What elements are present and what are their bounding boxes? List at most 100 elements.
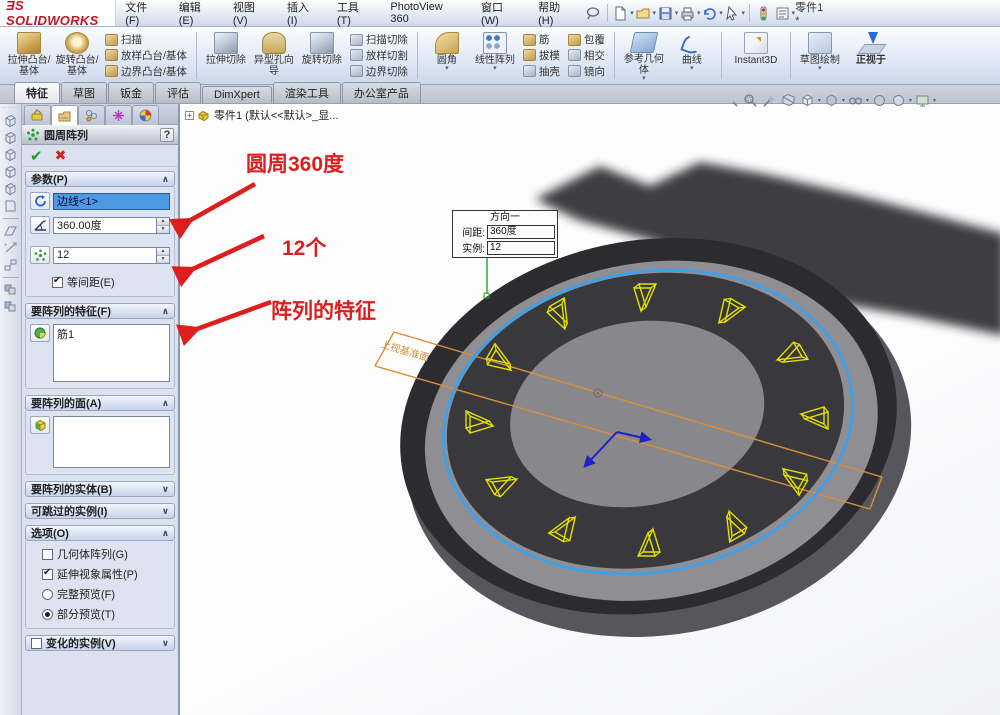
features-list[interactable]: 筋1: [53, 324, 170, 382]
wrap-button[interactable]: 包覆: [566, 32, 607, 47]
equal-spacing-checkbox[interactable]: [52, 277, 63, 288]
curves-button[interactable]: 曲线 ▾: [668, 29, 716, 82]
tab-render-tools[interactable]: 渲染工具: [273, 82, 341, 103]
instance-count-field[interactable]: 12 ▲▼: [53, 247, 170, 264]
vary-header[interactable]: 变化的实例(V) ∨: [25, 635, 175, 651]
mirror-button[interactable]: 镜向: [566, 64, 607, 79]
apply-scene-caret[interactable]: ▾: [909, 97, 912, 104]
tab-evaluate[interactable]: 评估: [155, 82, 201, 103]
hole-wizard-button[interactable]: 异型孔向导: [250, 29, 298, 82]
swept-cut-button[interactable]: 扫描切除: [348, 32, 410, 47]
extruded-cut-button[interactable]: 拉伸切除: [202, 29, 250, 82]
count-spinner[interactable]: ▲▼: [156, 248, 169, 263]
new-caret[interactable]: ▾: [630, 9, 634, 17]
axis-icon[interactable]: +: [3, 241, 18, 255]
normal-to-button[interactable]: 正视于: [844, 29, 898, 82]
revolve-boss-button[interactable]: 旋转凸台/基体: [53, 29, 101, 82]
save-caret[interactable]: ▾: [675, 9, 679, 17]
tab-features[interactable]: 特征: [14, 82, 60, 103]
rib-button[interactable]: 筋: [521, 32, 562, 47]
view-cube-icon[interactable]: [3, 114, 18, 128]
mate-icon[interactable]: [3, 258, 18, 272]
toolbar-grip[interactable]: ······: [2, 106, 20, 111]
graphics-area[interactable]: + 零件1 (默认<<默认>_显... ▾ ▾ ▾ ▾: [180, 104, 1000, 715]
view-settings-caret[interactable]: ▾: [933, 97, 936, 104]
view-cube-icon[interactable]: [3, 148, 18, 162]
draft-button[interactable]: 拔模: [521, 48, 562, 63]
view-orientation-caret[interactable]: ▾: [818, 97, 821, 104]
features-list-item[interactable]: 筋1: [57, 326, 166, 342]
sketch-button[interactable]: 草图绘制 ▾: [796, 29, 844, 82]
boss-extrude-button[interactable]: 拉伸凸台/基体: [5, 29, 53, 82]
swept-boss-button[interactable]: 扫描: [103, 32, 189, 47]
view-sheet-icon[interactable]: [3, 199, 18, 213]
menu-edit[interactable]: 编辑(E): [170, 0, 224, 26]
boundary-cut-button[interactable]: 边界切除: [348, 64, 410, 79]
help-button[interactable]: ?: [160, 128, 174, 142]
vary-instances-checkbox[interactable]: [31, 638, 42, 649]
menu-tools[interactable]: 工具(T): [328, 0, 381, 26]
tab-property-manager[interactable]: [51, 105, 78, 126]
undo-icon[interactable]: [702, 5, 719, 22]
shell-button[interactable]: 抽壳: [521, 64, 562, 79]
linear-pattern-button[interactable]: 线性阵列 ▾: [471, 29, 519, 82]
new-document-icon[interactable]: [613, 5, 630, 22]
hide-show-caret[interactable]: ▾: [866, 97, 869, 104]
lofted-cut-button[interactable]: 放样切割: [348, 48, 410, 63]
lasso-select-icon[interactable]: [585, 5, 602, 22]
instant3d-button[interactable]: Instant3D: [727, 29, 785, 82]
pattern-callout[interactable]: 方向一 间距: 360度 实例: 12: [452, 210, 558, 258]
full-preview-radio[interactable]: [42, 589, 53, 600]
print-icon[interactable]: [679, 5, 696, 22]
menu-view[interactable]: 视图(V): [224, 0, 278, 26]
print-caret[interactable]: ▾: [697, 9, 701, 17]
open-document-icon[interactable]: [635, 5, 652, 22]
options-header[interactable]: 选项(O) ∧: [25, 525, 175, 541]
menu-photoview[interactable]: PhotoView 360: [381, 0, 472, 26]
tab-display-manager[interactable]: [132, 105, 159, 125]
tab-office-products[interactable]: 办公室产品: [342, 82, 421, 103]
cancel-button[interactable]: ✖: [55, 147, 67, 164]
ok-button[interactable]: ✔: [30, 147, 43, 165]
pattern-tool-icon[interactable]: [3, 300, 18, 314]
tab-dimxpert-manager[interactable]: [105, 105, 132, 125]
parameters-header[interactable]: 参数(P) ∧: [25, 171, 175, 187]
faces-header[interactable]: 要阵列的面(A) ∧: [25, 395, 175, 411]
instances-value[interactable]: 12: [487, 241, 555, 255]
propagate-visual-checkbox[interactable]: [42, 569, 53, 580]
select-caret[interactable]: ▾: [742, 9, 746, 17]
spacing-value[interactable]: 360度: [487, 225, 555, 239]
view-cube-icon[interactable]: [3, 131, 18, 145]
save-icon[interactable]: [657, 5, 674, 22]
select-cursor-icon[interactable]: [724, 5, 741, 22]
sketch-plane-icon[interactable]: [3, 224, 18, 238]
menu-insert[interactable]: 插入(I): [278, 0, 328, 26]
view-cube-icon[interactable]: [3, 182, 18, 196]
reference-geometry-button[interactable]: 参考几何体 ▾: [620, 29, 668, 82]
fillet-button[interactable]: 圆角 ▾: [423, 29, 471, 82]
tab-sheetmetal[interactable]: 钣金: [108, 82, 154, 103]
skip-header[interactable]: 可跳过的实例(I) ∨: [25, 503, 175, 519]
faces-list[interactable]: [53, 416, 170, 468]
pattern-tool-icon[interactable]: [3, 283, 18, 297]
partial-preview-radio[interactable]: [42, 609, 53, 620]
intersect-button[interactable]: 相交: [566, 48, 607, 63]
tab-sketch[interactable]: 草图: [61, 82, 107, 103]
bodies-header[interactable]: 要阵列的实体(B) ∨: [25, 481, 175, 497]
tab-dimxpert[interactable]: DimXpert: [202, 86, 272, 103]
geometry-pattern-checkbox[interactable]: [42, 549, 53, 560]
angle-spinner[interactable]: ▲▼: [156, 218, 169, 233]
view-cube-icon[interactable]: [3, 165, 18, 179]
display-style-caret[interactable]: ▾: [842, 97, 845, 104]
boundary-boss-button[interactable]: 边界凸台/基体: [103, 64, 189, 79]
open-caret[interactable]: ▾: [653, 9, 657, 17]
menu-file[interactable]: 文件(F): [116, 0, 169, 26]
menu-window[interactable]: 窗口(W): [472, 0, 529, 26]
undo-caret[interactable]: ▾: [719, 9, 723, 17]
rebuild-icon[interactable]: [755, 5, 772, 22]
pattern-angle-field[interactable]: 360.00度 ▲▼: [53, 217, 170, 234]
tab-configuration-manager[interactable]: [78, 105, 105, 125]
menu-help[interactable]: 帮助(H): [529, 0, 584, 26]
pattern-axis-field[interactable]: 边线<1>: [53, 193, 170, 210]
revolved-cut-button[interactable]: 旋转切除: [298, 29, 346, 82]
